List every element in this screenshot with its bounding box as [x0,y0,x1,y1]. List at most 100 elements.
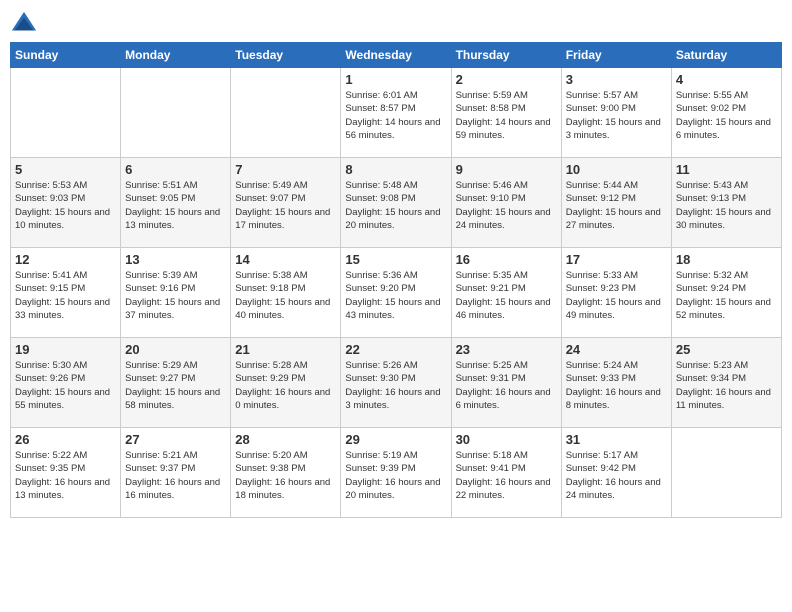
cell-content: Sunrise: 5:30 AM Sunset: 9:26 PM Dayligh… [15,359,116,412]
cell-content: Sunrise: 5:43 AM Sunset: 9:13 PM Dayligh… [676,179,777,232]
cell-content: Sunrise: 5:24 AM Sunset: 9:33 PM Dayligh… [566,359,667,412]
calendar-week-row: 19 Sunrise: 5:30 AM Sunset: 9:26 PM Dayli… [11,338,782,428]
weekday-header: Sunday [11,43,121,68]
calendar-cell: 26 Sunrise: 5:22 AM Sunset: 9:35 PM Dayli… [11,428,121,518]
day-number: 15 [345,252,446,267]
calendar-cell: 10Sunrise: 5:44 AM Sunset: 9:12 PM Dayli… [561,158,671,248]
logo-icon [10,10,38,38]
calendar-cell: 14 Sunrise: 5:38 AM Sunset: 9:18 PM Dayli… [231,248,341,338]
cell-content: Sunrise: 5:25 AM Sunset: 9:31 PM Dayligh… [456,359,557,412]
cell-content: Sunrise: 5:19 AM Sunset: 9:39 PM Dayligh… [345,449,446,502]
calendar-cell: 17 Sunrise: 5:33 AM Sunset: 9:23 PM Dayli… [561,248,671,338]
calendar-cell [231,68,341,158]
day-number: 17 [566,252,667,267]
calendar-cell: 3Sunrise: 5:57 AM Sunset: 9:00 PM Daylig… [561,68,671,158]
day-number: 25 [676,342,777,357]
calendar-cell: 11 Sunrise: 5:43 AM Sunset: 9:13 PM Dayli… [671,158,781,248]
calendar-cell: 13Sunrise: 5:39 AM Sunset: 9:16 PM Dayli… [121,248,231,338]
day-number: 10 [566,162,667,177]
cell-content: Sunrise: 5:55 AM Sunset: 9:02 PM Dayligh… [676,89,777,142]
day-number: 3 [566,72,667,87]
calendar-cell: 27 Sunrise: 5:21 AM Sunset: 9:37 PM Dayli… [121,428,231,518]
calendar-cell: 5Sunrise: 5:53 AM Sunset: 9:03 PM Daylig… [11,158,121,248]
cell-content: Sunrise: 5:28 AM Sunset: 9:29 PM Dayligh… [235,359,336,412]
day-number: 30 [456,432,557,447]
day-number: 4 [676,72,777,87]
calendar-cell: 2 Sunrise: 5:59 AM Sunset: 8:58 PM Daylig… [451,68,561,158]
day-number: 31 [566,432,667,447]
calendar-cell: 18 Sunrise: 5:32 AM Sunset: 9:24 PM Dayli… [671,248,781,338]
calendar-cell: 23 Sunrise: 5:25 AM Sunset: 9:31 PM Dayli… [451,338,561,428]
cell-content: Sunrise: 5:36 AM Sunset: 9:20 PM Dayligh… [345,269,446,322]
calendar-cell: 30 Sunrise: 5:18 AM Sunset: 9:41 PM Dayli… [451,428,561,518]
calendar-cell: 19 Sunrise: 5:30 AM Sunset: 9:26 PM Dayli… [11,338,121,428]
day-number: 29 [345,432,446,447]
day-number: 27 [125,432,226,447]
calendar-cell: 15 Sunrise: 5:36 AM Sunset: 9:20 PM Dayli… [341,248,451,338]
cell-content: Sunrise: 5:48 AM Sunset: 9:08 PM Dayligh… [345,179,446,232]
calendar-cell: 28 Sunrise: 5:20 AM Sunset: 9:38 PM Dayli… [231,428,341,518]
cell-content: Sunrise: 5:39 AM Sunset: 9:16 PM Dayligh… [125,269,226,322]
calendar-cell: 4 Sunrise: 5:55 AM Sunset: 9:02 PM Daylig… [671,68,781,158]
cell-content: Sunrise: 5:46 AM Sunset: 9:10 PM Dayligh… [456,179,557,232]
calendar-cell: 12Sunrise: 5:41 AM Sunset: 9:15 PM Dayli… [11,248,121,338]
cell-content: Sunrise: 5:23 AM Sunset: 9:34 PM Dayligh… [676,359,777,412]
logo [10,10,42,38]
day-number: 7 [235,162,336,177]
calendar-cell: 8 Sunrise: 5:48 AM Sunset: 9:08 PM Daylig… [341,158,451,248]
calendar-table: SundayMondayTuesdayWednesdayThursdayFrid… [10,42,782,518]
day-number: 18 [676,252,777,267]
calendar-cell: 21Sunrise: 5:28 AM Sunset: 9:29 PM Dayli… [231,338,341,428]
weekday-header: Monday [121,43,231,68]
cell-content: Sunrise: 5:33 AM Sunset: 9:23 PM Dayligh… [566,269,667,322]
weekday-header-row: SundayMondayTuesdayWednesdayThursdayFrid… [11,43,782,68]
page-header [10,10,782,38]
cell-content: Sunrise: 5:26 AM Sunset: 9:30 PM Dayligh… [345,359,446,412]
day-number: 11 [676,162,777,177]
day-number: 22 [345,342,446,357]
day-number: 6 [125,162,226,177]
cell-content: Sunrise: 5:22 AM Sunset: 9:35 PM Dayligh… [15,449,116,502]
calendar-week-row: 12Sunrise: 5:41 AM Sunset: 9:15 PM Dayli… [11,248,782,338]
cell-content: Sunrise: 5:17 AM Sunset: 9:42 PM Dayligh… [566,449,667,502]
cell-content: Sunrise: 5:53 AM Sunset: 9:03 PM Dayligh… [15,179,116,232]
weekday-header: Friday [561,43,671,68]
calendar-cell: 7 Sunrise: 5:49 AM Sunset: 9:07 PM Daylig… [231,158,341,248]
weekday-header: Saturday [671,43,781,68]
calendar-cell: 29 Sunrise: 5:19 AM Sunset: 9:39 PM Dayli… [341,428,451,518]
calendar-cell [121,68,231,158]
cell-content: Sunrise: 5:51 AM Sunset: 9:05 PM Dayligh… [125,179,226,232]
day-number: 23 [456,342,557,357]
day-number: 24 [566,342,667,357]
cell-content: Sunrise: 5:20 AM Sunset: 9:38 PM Dayligh… [235,449,336,502]
calendar-cell: 22 Sunrise: 5:26 AM Sunset: 9:30 PM Dayli… [341,338,451,428]
calendar-cell: 24 Sunrise: 5:24 AM Sunset: 9:33 PM Dayli… [561,338,671,428]
weekday-header: Thursday [451,43,561,68]
calendar-cell [11,68,121,158]
cell-content: Sunrise: 5:21 AM Sunset: 9:37 PM Dayligh… [125,449,226,502]
calendar-week-row: 1Sunrise: 6:01 AM Sunset: 8:57 PM Daylig… [11,68,782,158]
day-number: 14 [235,252,336,267]
calendar-week-row: 5Sunrise: 5:53 AM Sunset: 9:03 PM Daylig… [11,158,782,248]
cell-content: Sunrise: 5:38 AM Sunset: 9:18 PM Dayligh… [235,269,336,322]
calendar-cell: 16Sunrise: 5:35 AM Sunset: 9:21 PM Dayli… [451,248,561,338]
cell-content: Sunrise: 5:18 AM Sunset: 9:41 PM Dayligh… [456,449,557,502]
calendar-cell: 25 Sunrise: 5:23 AM Sunset: 9:34 PM Dayli… [671,338,781,428]
day-number: 28 [235,432,336,447]
weekday-header: Tuesday [231,43,341,68]
cell-content: Sunrise: 5:59 AM Sunset: 8:58 PM Dayligh… [456,89,557,142]
cell-content: Sunrise: 5:49 AM Sunset: 9:07 PM Dayligh… [235,179,336,232]
calendar-cell: 20Sunrise: 5:29 AM Sunset: 9:27 PM Dayli… [121,338,231,428]
cell-content: Sunrise: 5:32 AM Sunset: 9:24 PM Dayligh… [676,269,777,322]
day-number: 19 [15,342,116,357]
cell-content: Sunrise: 6:01 AM Sunset: 8:57 PM Dayligh… [345,89,446,142]
calendar-cell: 6 Sunrise: 5:51 AM Sunset: 9:05 PM Daylig… [121,158,231,248]
day-number: 2 [456,72,557,87]
day-number: 26 [15,432,116,447]
calendar-cell [671,428,781,518]
day-number: 9 [456,162,557,177]
day-number: 16 [456,252,557,267]
cell-content: Sunrise: 5:41 AM Sunset: 9:15 PM Dayligh… [15,269,116,322]
calendar-week-row: 26 Sunrise: 5:22 AM Sunset: 9:35 PM Dayli… [11,428,782,518]
day-number: 8 [345,162,446,177]
